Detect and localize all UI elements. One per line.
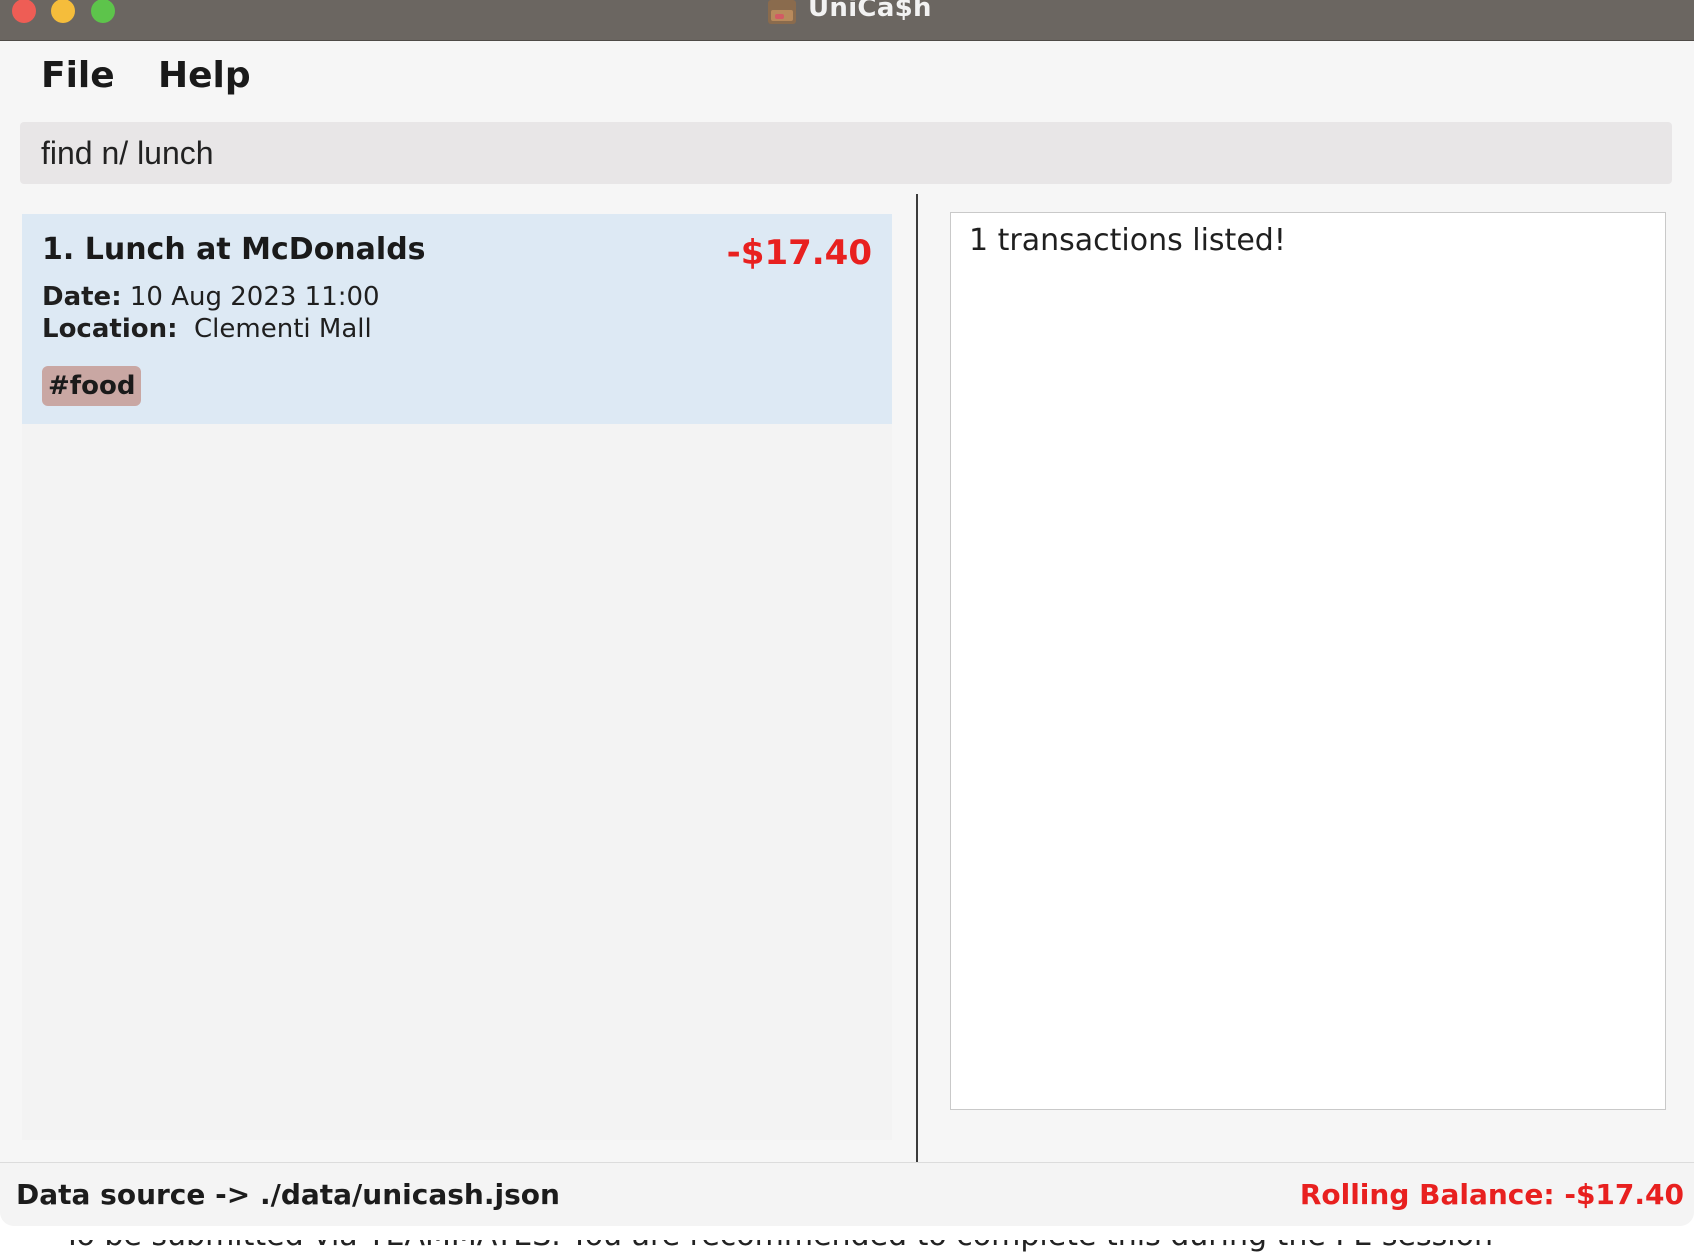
rolling-balance: Rolling Balance: -$17.40 <box>1299 1178 1684 1211</box>
date-value: 10 Aug 2023 11:00 <box>129 282 380 312</box>
app-window: UniCa$h File Help 1. Lunch at McDonalds … <box>0 0 1694 1226</box>
pane-divider[interactable] <box>916 194 918 1162</box>
transaction-card[interactable]: 1. Lunch at McDonalds -$17.40 Date: 10 A… <box>22 214 892 424</box>
date-label: Date: <box>42 282 122 312</box>
menu-help[interactable]: Help <box>158 55 251 96</box>
close-window-button[interactable] <box>12 0 36 23</box>
window-title: UniCa$h <box>808 0 932 23</box>
transaction-location: Location: Clementi Mall <box>42 314 372 344</box>
command-input[interactable] <box>20 122 1672 184</box>
transaction-date: Date: 10 Aug 2023 11:00 <box>42 282 380 312</box>
result-message: 1 transactions listed! <box>969 223 1286 258</box>
status-bar: Data source -> ./data/unicash.json Rolli… <box>0 1162 1694 1226</box>
location-value: Clementi Mall <box>194 314 372 344</box>
menu-bar: File Help <box>0 41 1694 115</box>
maximize-window-button[interactable] <box>91 0 115 23</box>
wallet-icon <box>768 0 796 24</box>
title-bar: UniCa$h <box>0 0 1694 41</box>
location-label: Location: <box>42 314 178 344</box>
data-source-path: Data source -> ./data/unicash.json <box>16 1178 560 1211</box>
transaction-title: 1. Lunch at McDonalds <box>42 232 426 267</box>
menu-file[interactable]: File <box>41 55 115 96</box>
minimize-window-button[interactable] <box>51 0 75 23</box>
category-tag: #food <box>42 366 142 406</box>
transaction-amount: -$17.40 <box>726 233 872 273</box>
result-display: 1 transactions listed! <box>950 212 1666 1110</box>
